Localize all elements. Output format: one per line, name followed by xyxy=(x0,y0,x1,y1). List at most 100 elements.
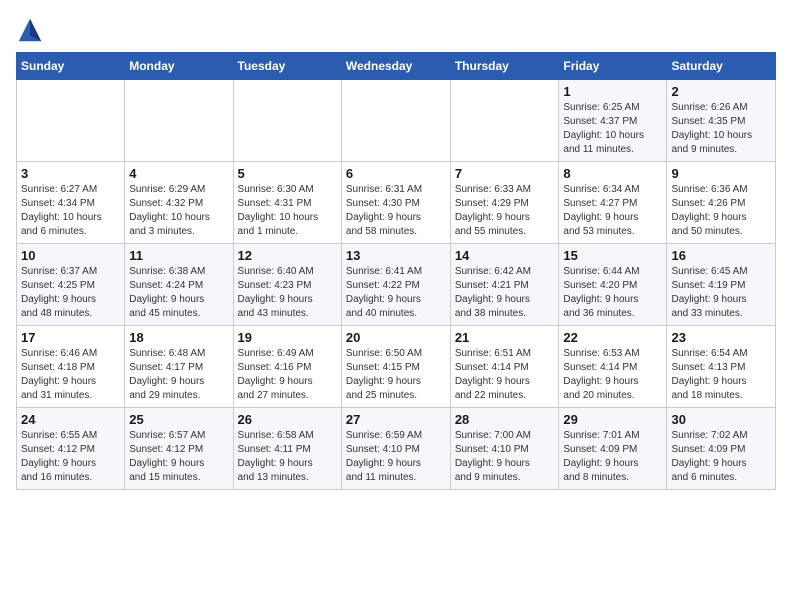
calendar-cell: 17 Sunrise: 6:46 AMSunset: 4:18 PMDayligh… xyxy=(17,326,125,408)
day-number: 2 xyxy=(671,84,771,99)
calendar-cell: 22Sunrise: 6:53 AMSunset: 4:14 PMDayligh… xyxy=(559,326,667,408)
calendar-cell: 30 Sunrise: 7:02 AMSunset: 4:09 PMDayligh… xyxy=(667,408,776,490)
calendar-cell: 4Sunrise: 6:29 AMSunset: 4:32 PMDaylight… xyxy=(125,162,233,244)
page-header xyxy=(16,16,776,44)
day-number: 17 xyxy=(21,330,120,345)
weekday-header-friday: Friday xyxy=(559,53,667,80)
day-info: Sunrise: 6:36 AMSunset: 4:26 PMDaylight:… xyxy=(671,183,771,239)
day-number: 29 xyxy=(563,412,662,427)
day-info: Sunrise: 6:37 AMSunset: 4:25 PMDaylight:… xyxy=(21,265,120,321)
day-number: 14 xyxy=(455,248,555,263)
day-info: Sunrise: 6:41 AMSunset: 4:22 PMDaylight:… xyxy=(346,265,446,321)
calendar-cell: 19 Sunrise: 6:49 AMSunset: 4:16 PMDayligh… xyxy=(233,326,341,408)
calendar-cell: 28 Sunrise: 7:00 AMSunset: 4:10 PMDayligh… xyxy=(450,408,559,490)
day-number: 8 xyxy=(563,166,662,181)
day-info: Sunrise: 6:42 AMSunset: 4:21 PMDaylight:… xyxy=(455,265,555,321)
day-info: Sunrise: 6:31 AMSunset: 4:30 PMDaylight:… xyxy=(346,183,446,239)
day-number: 7 xyxy=(455,166,555,181)
day-info: Sunrise: 6:38 AMSunset: 4:24 PMDaylight:… xyxy=(129,265,228,321)
calendar-cell: 21 Sunrise: 6:51 AMSunset: 4:14 PMDayligh… xyxy=(450,326,559,408)
calendar-cell xyxy=(17,80,125,162)
day-number: 27 xyxy=(346,412,446,427)
calendar-cell: 15 Sunrise: 6:44 AMSunset: 4:20 PMDayligh… xyxy=(559,244,667,326)
day-info: Sunrise: 6:46 AMSunset: 4:18 PMDaylight:… xyxy=(21,347,120,403)
calendar-cell: 2 Sunrise: 6:26 AMSunset: 4:35 PMDaylight… xyxy=(667,80,776,162)
weekday-header-saturday: Saturday xyxy=(667,53,776,80)
day-info: Sunrise: 6:30 AMSunset: 4:31 PMDaylight:… xyxy=(238,183,337,239)
day-number: 11 xyxy=(129,248,228,263)
day-number: 12 xyxy=(238,248,337,263)
calendar-cell: 1 Sunrise: 6:25 AMSunset: 4:37 PMDaylight… xyxy=(559,80,667,162)
calendar-cell: 24Sunrise: 6:55 AMSunset: 4:12 PMDayligh… xyxy=(17,408,125,490)
calendar-cell: 25Sunrise: 6:57 AMSunset: 4:12 PMDayligh… xyxy=(125,408,233,490)
calendar-cell: 7 Sunrise: 6:33 AMSunset: 4:29 PMDaylight… xyxy=(450,162,559,244)
day-number: 28 xyxy=(455,412,555,427)
weekday-header-tuesday: Tuesday xyxy=(233,53,341,80)
day-info: Sunrise: 6:25 AMSunset: 4:37 PMDaylight:… xyxy=(563,101,662,157)
calendar-week-row: 1 Sunrise: 6:25 AMSunset: 4:37 PMDaylight… xyxy=(17,80,776,162)
calendar-cell: 11 Sunrise: 6:38 AMSunset: 4:24 PMDayligh… xyxy=(125,244,233,326)
calendar-cell: 6 Sunrise: 6:31 AMSunset: 4:30 PMDaylight… xyxy=(341,162,450,244)
day-number: 1 xyxy=(563,84,662,99)
calendar-cell: 8 Sunrise: 6:34 AMSunset: 4:27 PMDaylight… xyxy=(559,162,667,244)
day-number: 3 xyxy=(21,166,120,181)
calendar-cell: 13 Sunrise: 6:41 AMSunset: 4:22 PMDayligh… xyxy=(341,244,450,326)
day-number: 10 xyxy=(21,248,120,263)
calendar-cell: 12 Sunrise: 6:40 AMSunset: 4:23 PMDayligh… xyxy=(233,244,341,326)
day-number: 26 xyxy=(238,412,337,427)
day-info: Sunrise: 6:27 AMSunset: 4:34 PMDaylight:… xyxy=(21,183,120,239)
calendar-cell: 9 Sunrise: 6:36 AMSunset: 4:26 PMDaylight… xyxy=(667,162,776,244)
day-info: Sunrise: 6:45 AMSunset: 4:19 PMDaylight:… xyxy=(671,265,771,321)
calendar-cell xyxy=(125,80,233,162)
calendar-cell: 29Sunrise: 7:01 AMSunset: 4:09 PMDayligh… xyxy=(559,408,667,490)
calendar-cell: 23 Sunrise: 6:54 AMSunset: 4:13 PMDayligh… xyxy=(667,326,776,408)
day-info: Sunrise: 7:00 AMSunset: 4:10 PMDaylight:… xyxy=(455,429,555,485)
weekday-header-row: SundayMondayTuesdayWednesdayThursdayFrid… xyxy=(17,53,776,80)
calendar-cell: 26Sunrise: 6:58 AMSunset: 4:11 PMDayligh… xyxy=(233,408,341,490)
day-number: 23 xyxy=(671,330,771,345)
day-info: Sunrise: 6:34 AMSunset: 4:27 PMDaylight:… xyxy=(563,183,662,239)
day-number: 6 xyxy=(346,166,446,181)
calendar-cell: 20 Sunrise: 6:50 AMSunset: 4:15 PMDayligh… xyxy=(341,326,450,408)
day-info: Sunrise: 6:49 AMSunset: 4:16 PMDaylight:… xyxy=(238,347,337,403)
calendar-cell: 5 Sunrise: 6:30 AMSunset: 4:31 PMDaylight… xyxy=(233,162,341,244)
calendar-week-row: 3 Sunrise: 6:27 AMSunset: 4:34 PMDaylight… xyxy=(17,162,776,244)
day-info: Sunrise: 6:55 AMSunset: 4:12 PMDaylight:… xyxy=(21,429,120,485)
calendar-table: SundayMondayTuesdayWednesdayThursdayFrid… xyxy=(16,52,776,490)
calendar-week-row: 10 Sunrise: 6:37 AMSunset: 4:25 PMDayligh… xyxy=(17,244,776,326)
calendar-cell: 3 Sunrise: 6:27 AMSunset: 4:34 PMDaylight… xyxy=(17,162,125,244)
calendar-cell: 27 Sunrise: 6:59 AMSunset: 4:10 PMDayligh… xyxy=(341,408,450,490)
day-info: Sunrise: 6:29 AMSunset: 4:32 PMDaylight:… xyxy=(129,183,228,239)
day-number: 9 xyxy=(671,166,771,181)
calendar-week-row: 24Sunrise: 6:55 AMSunset: 4:12 PMDayligh… xyxy=(17,408,776,490)
weekday-header-monday: Monday xyxy=(125,53,233,80)
day-number: 15 xyxy=(563,248,662,263)
day-number: 18 xyxy=(129,330,228,345)
day-number: 13 xyxy=(346,248,446,263)
day-info: Sunrise: 6:33 AMSunset: 4:29 PMDaylight:… xyxy=(455,183,555,239)
day-number: 5 xyxy=(238,166,337,181)
day-info: Sunrise: 6:59 AMSunset: 4:10 PMDaylight:… xyxy=(346,429,446,485)
calendar-cell xyxy=(450,80,559,162)
calendar-cell xyxy=(233,80,341,162)
day-info: Sunrise: 6:40 AMSunset: 4:23 PMDaylight:… xyxy=(238,265,337,321)
day-info: Sunrise: 6:54 AMSunset: 4:13 PMDaylight:… xyxy=(671,347,771,403)
calendar-cell: 10 Sunrise: 6:37 AMSunset: 4:25 PMDayligh… xyxy=(17,244,125,326)
day-number: 21 xyxy=(455,330,555,345)
day-info: Sunrise: 6:51 AMSunset: 4:14 PMDaylight:… xyxy=(455,347,555,403)
day-number: 16 xyxy=(671,248,771,263)
weekday-header-wednesday: Wednesday xyxy=(341,53,450,80)
day-info: Sunrise: 6:44 AMSunset: 4:20 PMDaylight:… xyxy=(563,265,662,321)
day-info: Sunrise: 6:48 AMSunset: 4:17 PMDaylight:… xyxy=(129,347,228,403)
weekday-header-thursday: Thursday xyxy=(450,53,559,80)
day-info: Sunrise: 6:50 AMSunset: 4:15 PMDaylight:… xyxy=(346,347,446,403)
day-info: Sunrise: 7:02 AMSunset: 4:09 PMDaylight:… xyxy=(671,429,771,485)
day-info: Sunrise: 6:26 AMSunset: 4:35 PMDaylight:… xyxy=(671,101,771,157)
day-number: 25 xyxy=(129,412,228,427)
day-number: 20 xyxy=(346,330,446,345)
logo-icon xyxy=(16,16,44,44)
day-number: 19 xyxy=(238,330,337,345)
calendar-cell xyxy=(341,80,450,162)
day-number: 30 xyxy=(671,412,771,427)
weekday-header-sunday: Sunday xyxy=(17,53,125,80)
